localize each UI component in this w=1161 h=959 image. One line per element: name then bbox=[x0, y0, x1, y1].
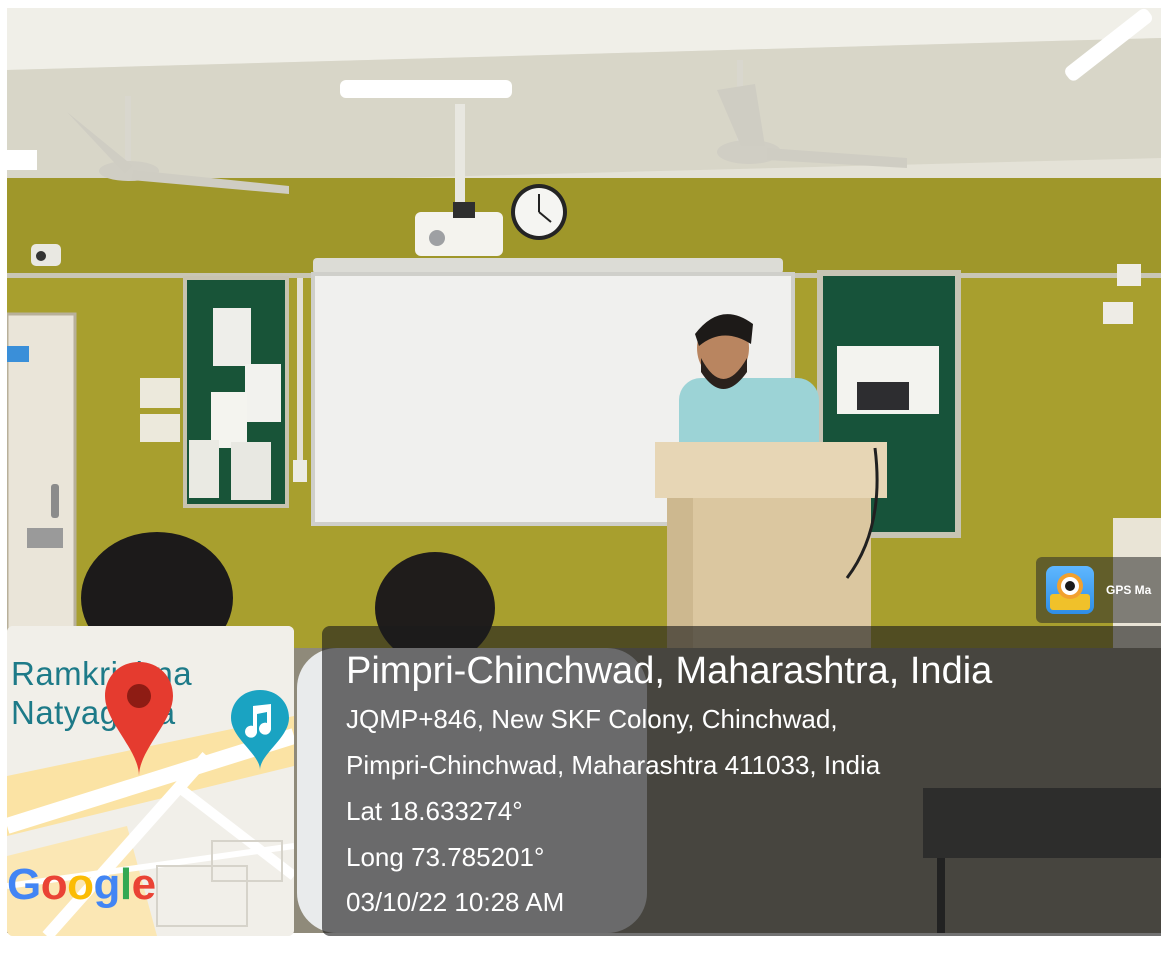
cctv-camera bbox=[31, 244, 61, 266]
map-thumbnail: Ramkrishna Natyagriha Google bbox=[7, 626, 294, 936]
longitude: Long 73.785201° bbox=[346, 842, 545, 872]
switch-board bbox=[140, 414, 180, 442]
location-info-panel: Pimpri-Chinchwad, Maharashtra, India JQM… bbox=[322, 626, 1161, 936]
wall-switch bbox=[1103, 302, 1133, 324]
switch-board bbox=[140, 378, 180, 408]
gps-map-camera-label: GPS Ma bbox=[1106, 583, 1152, 597]
timestamp: 03/10/22 10:28 AM bbox=[346, 887, 565, 917]
gps-map-camera-app-icon bbox=[1046, 566, 1094, 614]
gps-map-camera-badge: GPS Ma bbox=[1036, 557, 1161, 623]
tube-light bbox=[340, 80, 512, 98]
tube-light bbox=[7, 150, 37, 170]
map-pin-icon bbox=[105, 662, 173, 776]
wall-socket bbox=[293, 460, 307, 482]
latitude: Lat 18.633274° bbox=[346, 796, 523, 826]
wall-conduit bbox=[297, 278, 303, 468]
wall-clock bbox=[511, 184, 567, 240]
google-logo: Google bbox=[7, 860, 156, 909]
notice-board-left bbox=[183, 276, 289, 508]
address-line-1: JQMP+846, New SKF Colony, Chinchwad, bbox=[346, 704, 838, 734]
music-venue-marker-icon bbox=[231, 690, 289, 770]
location-title: Pimpri-Chinchwad, Maharashtra, India bbox=[346, 650, 993, 692]
wall-switch bbox=[1117, 264, 1141, 286]
address-line-2: Pimpri-Chinchwad, Maharashtra 411033, In… bbox=[346, 750, 881, 780]
door bbox=[7, 312, 77, 646]
